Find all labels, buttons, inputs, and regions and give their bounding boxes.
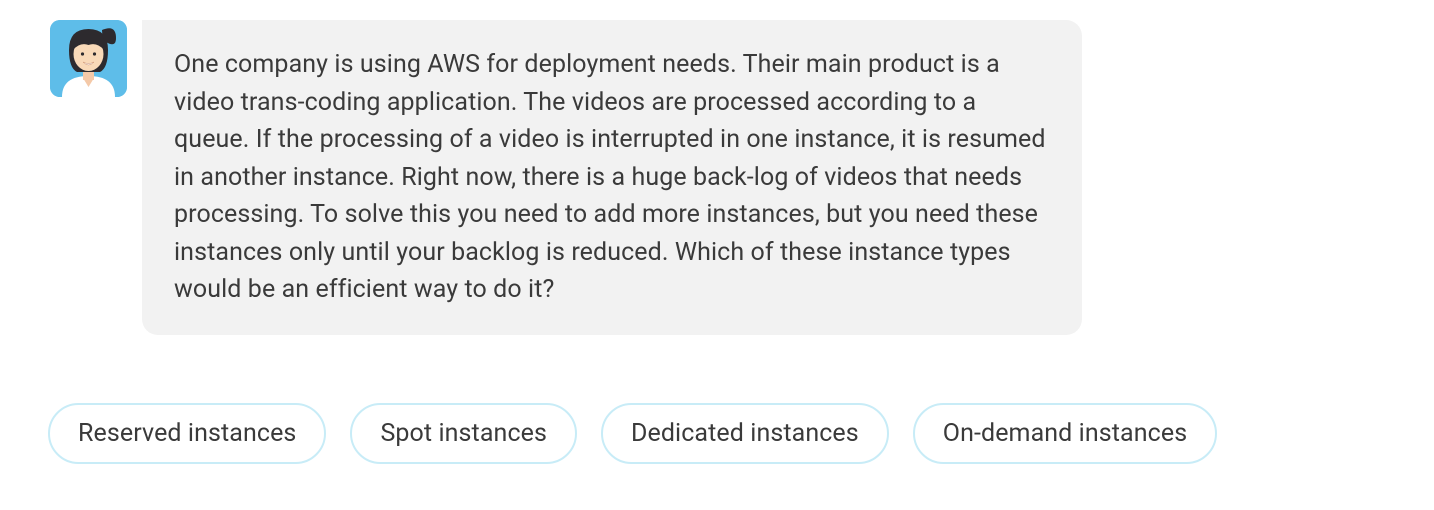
option-spot-instances[interactable]: Spot instances: [350, 403, 577, 464]
avatar-icon: [50, 20, 127, 97]
chat-message-row: One company is using AWS for deployment …: [50, 20, 1434, 335]
option-label: Reserved instances: [78, 419, 296, 448]
option-reserved-instances[interactable]: Reserved instances: [48, 403, 326, 464]
message-text: One company is using AWS for deployment …: [174, 50, 1046, 304]
option-label: On-demand instances: [943, 419, 1187, 448]
option-label: Dedicated instances: [631, 419, 859, 448]
options-row: Reserved instances Spot instances Dedica…: [48, 403, 1434, 464]
message-bubble: One company is using AWS for deployment …: [142, 20, 1082, 335]
option-dedicated-instances[interactable]: Dedicated instances: [601, 403, 889, 464]
option-label: Spot instances: [380, 419, 547, 448]
option-on-demand-instances[interactable]: On-demand instances: [913, 403, 1217, 464]
avatar: [50, 20, 127, 97]
